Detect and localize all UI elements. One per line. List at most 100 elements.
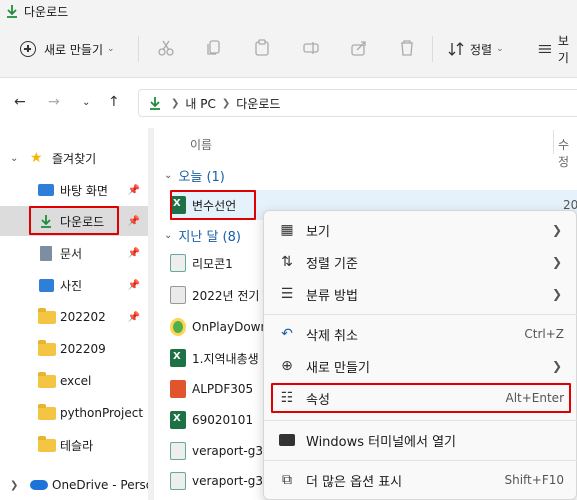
pin-icon: 📌	[127, 311, 140, 323]
folder-icon	[38, 339, 56, 356]
address-bar[interactable]: ❯ 내 PC ❯ 다운로드	[138, 89, 577, 117]
sort-icon	[448, 42, 464, 56]
menu-label: 분류 방법	[306, 288, 358, 304]
forward-arrow-icon[interactable]: →	[48, 94, 60, 110]
context-menu: ▦ 보기 ❯ ⇅ 정렬 기준 ❯ ☰ 분류 방법 ❯ ↶ 삭제 취소 Ctrl+…	[263, 210, 577, 500]
nav-quick-access[interactable]: ⌄ ★ 즐겨찾기	[0, 143, 148, 173]
pin-icon: 📌	[127, 184, 140, 196]
file-name: 69020101	[192, 413, 254, 427]
file-name: 2022년 전기	[192, 288, 260, 303]
nav-label: 테슬라	[60, 438, 94, 453]
view-button[interactable]: 보기	[538, 34, 577, 65]
title-bar: 다운로드	[0, 0, 577, 22]
menu-item-open-terminal[interactable]: Windows 터미널에서 열기	[264, 425, 577, 455]
nav-label: 202209	[60, 342, 106, 356]
nav-item-pictures[interactable]: 사진 📌	[0, 270, 148, 300]
column-divider	[553, 130, 554, 154]
new-button[interactable]: 새로 만들기 ⌄	[20, 36, 115, 62]
column-header-modified[interactable]: 수정	[558, 136, 577, 170]
group-header-last-month[interactable]: ⌄ 지난 달 (8)	[164, 226, 241, 245]
file-name: ALPDF305	[192, 382, 254, 396]
nav-label: 즐겨찾기	[52, 151, 97, 166]
menu-item-more-options[interactable]: ⧉ 더 많은 옵션 표시 Shift+F10	[264, 465, 577, 495]
menu-item-sort-by[interactable]: ⇅ 정렬 기준 ❯	[264, 247, 577, 277]
view-icon	[538, 44, 551, 54]
nav-label: pythonProject	[60, 406, 144, 420]
nav-item-onedrive[interactable]: ❯ OneDrive - Perso	[0, 470, 153, 500]
menu-shortcut: Ctrl+Z	[524, 327, 564, 341]
grid-view-icon: ▦	[280, 222, 294, 238]
menu-item-group-by[interactable]: ☰ 분류 방법 ❯	[264, 279, 577, 309]
menu-label: 새로 만들기	[306, 360, 370, 376]
delete-icon[interactable]	[398, 39, 416, 57]
terminal-icon	[278, 431, 296, 449]
nav-label: 바탕 화면	[60, 183, 108, 198]
folder-icon	[38, 435, 56, 452]
nav-scrollbar[interactable]	[148, 128, 154, 500]
menu-item-view[interactable]: ▦ 보기 ❯	[264, 215, 577, 245]
nav-item-folder[interactable]: pythonProject	[0, 398, 148, 428]
sort-icon: ⇅	[281, 254, 293, 270]
excel-file-icon	[170, 411, 186, 429]
new-label: 새로 만들기	[44, 42, 104, 57]
folder-icon	[38, 371, 56, 388]
document-icon	[40, 245, 52, 261]
copy-icon[interactable]	[205, 39, 223, 57]
share-icon[interactable]	[350, 39, 368, 57]
menu-label: 보기	[306, 224, 330, 240]
pin-icon: 📌	[127, 215, 140, 227]
breadcrumb-this-pc[interactable]: 내 PC	[185, 95, 215, 112]
nav-label: OneDrive - Perso	[52, 478, 154, 492]
up-arrow-icon[interactable]: ↑	[108, 94, 120, 110]
nav-item-documents[interactable]: 문서 📌	[0, 238, 148, 268]
chevron-down-icon: ⌄	[10, 152, 19, 164]
app-file-icon	[170, 318, 186, 336]
chevron-down-icon: ⌄	[107, 44, 115, 54]
nav-item-folder[interactable]: 202209	[0, 334, 148, 364]
column-header-name[interactable]: 이름	[190, 136, 212, 153]
toolbar-divider	[138, 36, 139, 62]
file-name: OnPlayDown	[192, 320, 269, 334]
chevron-down-icon: ⌄	[164, 170, 173, 181]
download-icon	[7, 5, 17, 18]
sort-button[interactable]: 정렬 ⌄	[448, 36, 504, 62]
nav-item-desktop[interactable]: 바탕 화면 📌	[0, 175, 148, 205]
nav-item-folder[interactable]: 202202 📌	[0, 302, 148, 332]
recent-chevron-icon[interactable]: ⌄	[82, 97, 90, 108]
chevron-down-icon: ⌄	[496, 44, 504, 54]
folder-icon	[38, 403, 56, 420]
rename-icon[interactable]	[302, 39, 320, 57]
command-bar: 새로 만들기 ⌄ 정렬 ⌄ 보기	[0, 22, 577, 78]
excel-file-icon	[170, 349, 186, 367]
paste-icon[interactable]	[253, 39, 271, 57]
file-name: veraport-g3-	[192, 444, 268, 458]
toolbar-divider	[432, 36, 433, 62]
group-label: 오늘 (1)	[178, 170, 225, 185]
menu-divider	[264, 314, 577, 315]
nav-item-folder[interactable]: 테슬라	[0, 430, 148, 460]
config-file-icon	[170, 254, 186, 272]
menu-label: 더 많은 옵션 표시	[306, 474, 403, 490]
nav-label: excel	[60, 374, 92, 388]
menu-label: 삭제 취소	[306, 328, 358, 344]
cut-icon[interactable]	[157, 39, 175, 57]
undo-icon: ↶	[281, 326, 293, 342]
pdf-app-icon	[170, 380, 186, 398]
navigation-pane: ⌄ ★ 즐겨찾기 바탕 화면 📌 다운로드 📌 문서 📌 사진 📌 202202…	[0, 128, 153, 500]
menu-label: 정렬 기준	[306, 256, 358, 272]
address-row: ← → ⌄ ↑ ❯ 내 PC ❯ 다운로드	[0, 78, 577, 128]
pin-icon: 📌	[127, 247, 140, 259]
menu-item-new[interactable]: ⊕ 새로 만들기 ❯	[264, 351, 577, 381]
plus-icon	[20, 41, 36, 57]
breadcrumb-downloads[interactable]: 다운로드	[236, 95, 280, 112]
sort-label: 정렬	[470, 42, 493, 57]
group-header-today[interactable]: ⌄ 오늘 (1)	[164, 166, 225, 185]
menu-item-undo-delete[interactable]: ↶ 삭제 취소 Ctrl+Z	[264, 319, 577, 349]
document-file-icon	[170, 286, 186, 304]
installer-file-icon	[170, 442, 186, 460]
nav-item-folder[interactable]: excel	[0, 366, 148, 396]
installer-file-icon	[170, 472, 186, 490]
group-label: 지난 달 (8)	[178, 230, 241, 245]
star-icon: ★	[30, 150, 43, 166]
back-arrow-icon[interactable]: ←	[14, 94, 26, 110]
